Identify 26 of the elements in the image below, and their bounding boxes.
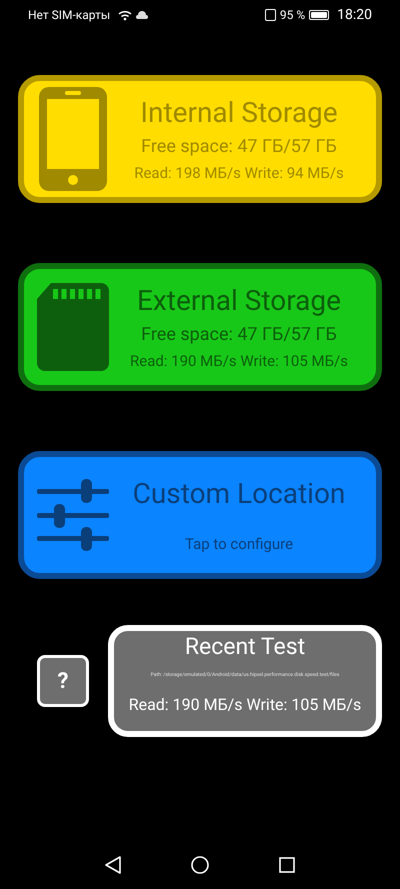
- cloud-icon: [136, 11, 148, 19]
- wifi-icon: [118, 10, 132, 20]
- card-text: Read: 198 МБ/s Write: 94 МБ/s: [134, 163, 344, 183]
- back-icon[interactable]: [105, 856, 121, 874]
- battery-icon: [309, 10, 330, 20]
- card-text: Free space: 47 ГБ/57 ГБ: [141, 135, 337, 159]
- storage-card[interactable]: External Storage Free space: 47 ГБ/57 ГБ Read: 190 МБ/s Write: 105 МБ/s: [18, 263, 382, 391]
- card-text: Tap to configure: [184, 534, 294, 554]
- card-text: Read: 190 МБ/s Write: 105 МБ/s: [130, 351, 348, 371]
- phone-icon: [39, 87, 107, 191]
- sd-card-icon: [37, 283, 109, 371]
- recents-icon[interactable]: [279, 857, 295, 873]
- time-text: 18:20: [337, 6, 372, 24]
- carrier-text: Нет SIM-карты: [28, 7, 110, 24]
- recent-test-title: Recent Test: [184, 632, 306, 662]
- recent-test-result: Read: 190 МБ/s Write: 105 МБ/s: [128, 695, 362, 715]
- storage-card[interactable]: Internal Storage Free space: 47 ГБ/57 ГБ Read: 198 МБ/s Write: 94 МБ/s: [18, 75, 382, 203]
- card-title: External Storage: [137, 283, 341, 319]
- help-button[interactable]: ?: [37, 655, 89, 707]
- card-text: Free space: 47 ГБ/57 ГБ: [141, 323, 337, 347]
- battery-text: 95 %: [280, 7, 306, 24]
- card-title: Custom Location: [132, 476, 346, 512]
- home-icon[interactable]: [191, 856, 209, 874]
- storage-card[interactable]: Custom Location Tap to configure: [18, 451, 382, 579]
- card-title: Internal Storage: [140, 95, 338, 131]
- sliders-icon: [37, 479, 109, 551]
